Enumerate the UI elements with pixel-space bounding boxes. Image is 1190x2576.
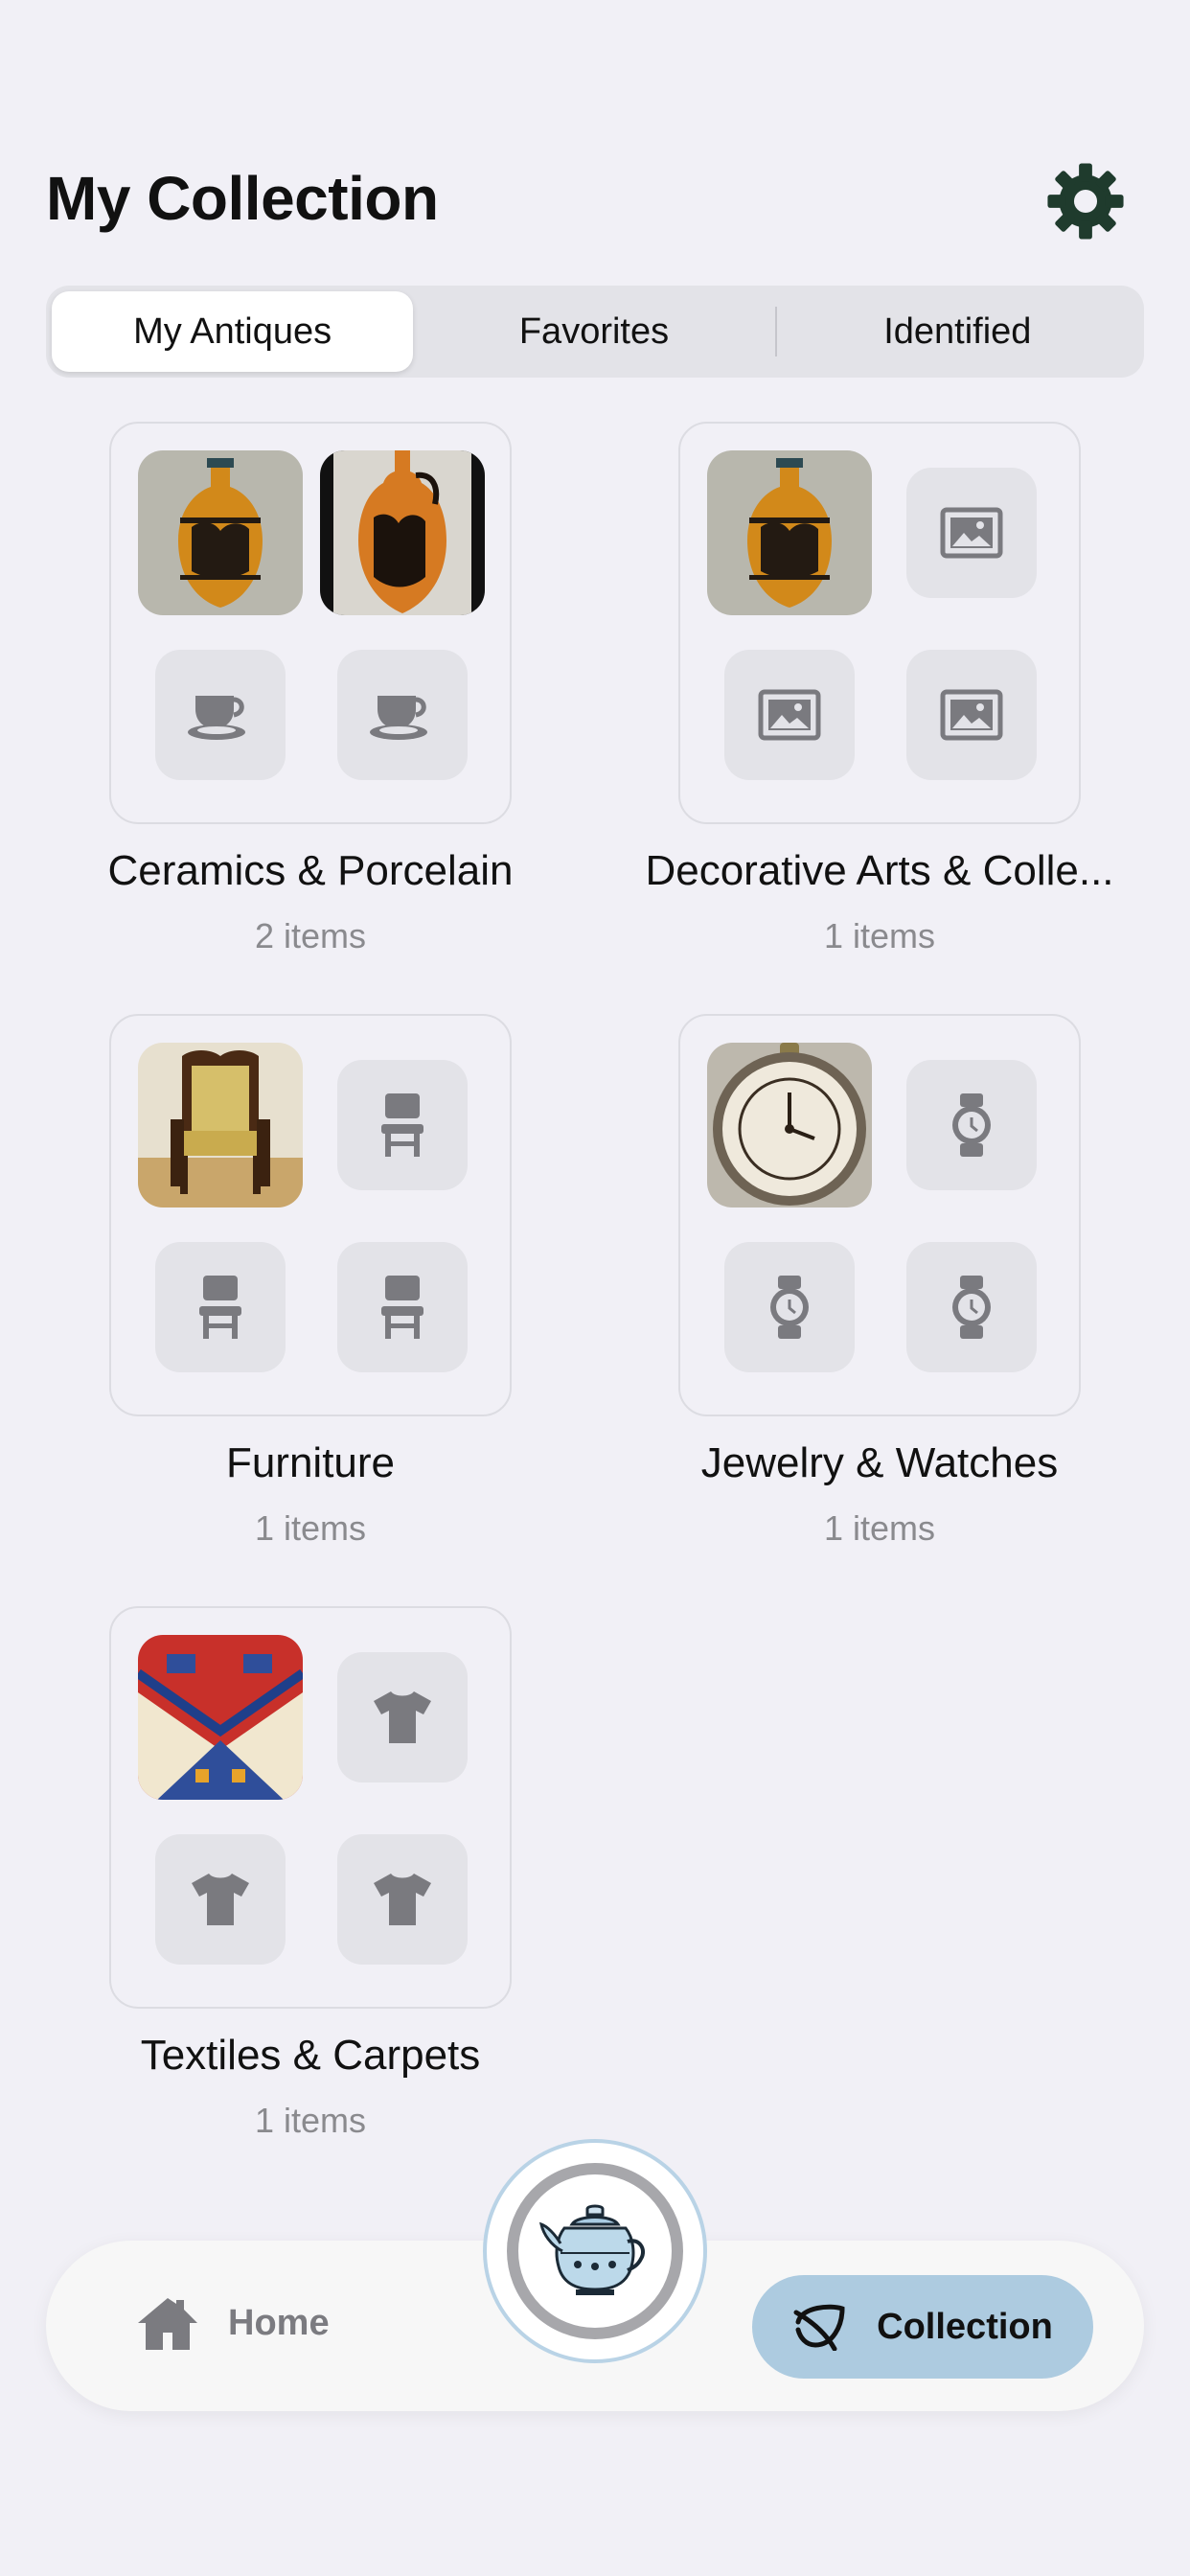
armchair-photo — [138, 1043, 303, 1208]
category-name: Ceramics & Porcelain — [107, 847, 514, 894]
category-name: Decorative Arts & Colle... — [645, 847, 1114, 894]
teacup-icon — [337, 650, 468, 780]
tshirt-icon — [337, 1652, 468, 1782]
category-count: 1 items — [823, 1508, 936, 1548]
image-icon — [906, 468, 1037, 598]
category-name: Textiles & Carpets — [140, 2032, 481, 2079]
home-icon — [138, 2298, 197, 2350]
category-count: 1 items — [254, 2101, 367, 2140]
category-count: 1 items — [254, 1508, 367, 1548]
category-thumbnail-grid — [109, 1606, 512, 2009]
image-icon — [724, 650, 855, 780]
tab-identified[interactable]: Identified — [777, 291, 1138, 372]
teacup-icon — [155, 650, 286, 780]
category-count: 1 items — [823, 916, 936, 955]
category-card-ceramics[interactable]: Ceramics & Porcelain 2 items — [13, 422, 607, 956]
chair-icon — [337, 1060, 468, 1190]
scan-button-ring — [507, 2163, 683, 2339]
watch-icon — [906, 1242, 1037, 1372]
tab-favorites[interactable]: Favorites — [413, 291, 774, 372]
page-title: My Collection — [46, 164, 439, 233]
vase-photo — [707, 450, 872, 615]
tab-collection[interactable]: Collection — [752, 2275, 1093, 2379]
tab-collection-label: Collection — [877, 2306, 1053, 2347]
tshirt-icon — [337, 1834, 468, 1965]
category-thumbnail-grid — [678, 1014, 1081, 1416]
category-name: Jewelry & Watches — [700, 1439, 1059, 1486]
tab-home[interactable]: Home — [134, 2294, 330, 2352]
category-card-textiles-carpets[interactable]: Textiles & Carpets 1 items — [13, 1606, 607, 2141]
chair-icon — [337, 1242, 468, 1372]
image-icon — [906, 650, 1037, 780]
watch-icon — [906, 1060, 1037, 1190]
carpet-photo — [138, 1635, 303, 1800]
scan-button[interactable] — [483, 2139, 707, 2363]
teapot-icon — [539, 2204, 646, 2295]
chair-icon — [155, 1242, 286, 1372]
category-thumbnail-grid — [109, 422, 512, 824]
category-card-furniture[interactable]: Furniture 1 items — [13, 1014, 607, 1549]
category-card-decorative-arts[interactable]: Decorative Arts & Colle... 1 items — [583, 422, 1177, 956]
pocket-watch-photo — [707, 1043, 872, 1208]
amphora-photo — [320, 450, 485, 615]
tab-my-antiques[interactable]: My Antiques — [52, 291, 414, 372]
gear-icon[interactable] — [1044, 160, 1127, 242]
category-name: Furniture — [225, 1439, 396, 1486]
vase-photo — [138, 450, 303, 615]
leaf-icon — [793, 2304, 845, 2351]
category-thumbnail-grid — [678, 422, 1081, 824]
tab-home-label: Home — [228, 2302, 330, 2343]
segmented-control: My Antiques Favorites Identified — [46, 286, 1144, 378]
watch-icon — [724, 1242, 855, 1372]
category-thumbnail-grid — [109, 1014, 512, 1416]
tshirt-icon — [155, 1834, 286, 1965]
category-count: 2 items — [254, 916, 367, 955]
category-card-jewelry-watches[interactable]: Jewelry & Watches 1 items — [583, 1014, 1177, 1549]
